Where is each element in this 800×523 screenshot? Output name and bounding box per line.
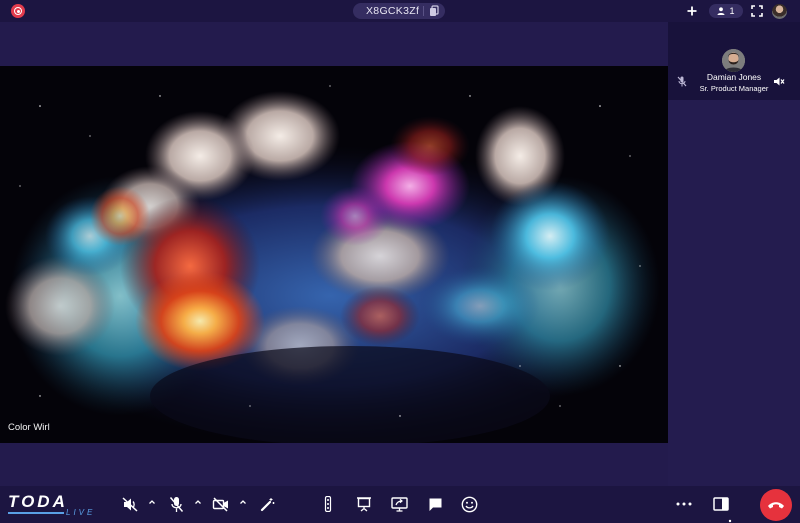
copy-icon[interactable] bbox=[429, 5, 440, 17]
presentation-icon bbox=[357, 497, 371, 512]
mic-muted-icon bbox=[169, 496, 183, 512]
stage-caption: Color Wirl bbox=[8, 422, 50, 433]
magic-wand-icon bbox=[260, 497, 274, 511]
participant-avatar bbox=[722, 49, 745, 72]
avatar[interactable] bbox=[772, 4, 787, 19]
chat-icon bbox=[429, 498, 441, 511]
room-code: X8GCK3Zf bbox=[366, 5, 420, 17]
more-options-button[interactable] bbox=[675, 495, 693, 513]
side-panel-icon bbox=[713, 497, 729, 511]
fullscreen-icon[interactable] bbox=[751, 5, 763, 17]
side-panel-toggle-button[interactable] bbox=[712, 495, 730, 513]
screen-share-button[interactable] bbox=[390, 495, 408, 513]
hangup-icon bbox=[768, 502, 784, 509]
speaker-toggle-button[interactable] bbox=[121, 495, 139, 513]
mic-muted-icon bbox=[677, 76, 687, 87]
effects-button[interactable] bbox=[258, 495, 276, 513]
participants-panel: Damian Jones Sr. Product Manager bbox=[668, 22, 800, 486]
more-icon bbox=[676, 502, 692, 506]
participant-tile[interactable]: Damian Jones Sr. Product Manager bbox=[668, 22, 800, 100]
nebula-image bbox=[0, 66, 668, 443]
camera-toggle-button[interactable] bbox=[212, 495, 230, 513]
mic-toggle-button[interactable] bbox=[167, 495, 185, 513]
layout-button[interactable] bbox=[319, 495, 337, 513]
bottom-toolbar: TODA LIVE bbox=[0, 486, 800, 523]
chevron-up-icon[interactable] bbox=[194, 498, 202, 506]
plus-icon[interactable] bbox=[687, 6, 697, 16]
participant-count: 1 bbox=[729, 6, 735, 16]
whiteboard-button[interactable] bbox=[355, 495, 373, 513]
record-icon[interactable] bbox=[11, 4, 25, 18]
emoji-icon bbox=[461, 496, 477, 512]
active-indicator bbox=[728, 519, 732, 523]
shared-image-stage: Color Wirl bbox=[0, 66, 668, 443]
speaker-muted-icon bbox=[121, 496, 138, 512]
camera-off-icon bbox=[212, 496, 228, 512]
chat-button[interactable] bbox=[426, 495, 444, 513]
room-code-pill[interactable]: X8GCK3Zf bbox=[353, 3, 445, 19]
logo-text: TODA bbox=[8, 492, 68, 511]
divider bbox=[423, 6, 424, 16]
person-icon bbox=[717, 7, 725, 15]
top-bar: X8GCK3Zf 1 bbox=[0, 0, 800, 22]
app-logo: TODA LIVE bbox=[8, 492, 92, 517]
reactions-button[interactable] bbox=[460, 495, 478, 513]
screen-share-icon bbox=[390, 496, 408, 512]
chevron-up-icon[interactable] bbox=[239, 498, 247, 506]
hangup-button[interactable] bbox=[760, 489, 792, 521]
logo-underline bbox=[8, 512, 64, 514]
vertical-dots-icon bbox=[324, 496, 332, 512]
chevron-up-icon[interactable] bbox=[148, 498, 156, 506]
participants-button[interactable]: 1 bbox=[709, 4, 743, 18]
logo-sub: LIVE bbox=[66, 508, 96, 517]
speaker-muted-icon bbox=[774, 77, 785, 86]
